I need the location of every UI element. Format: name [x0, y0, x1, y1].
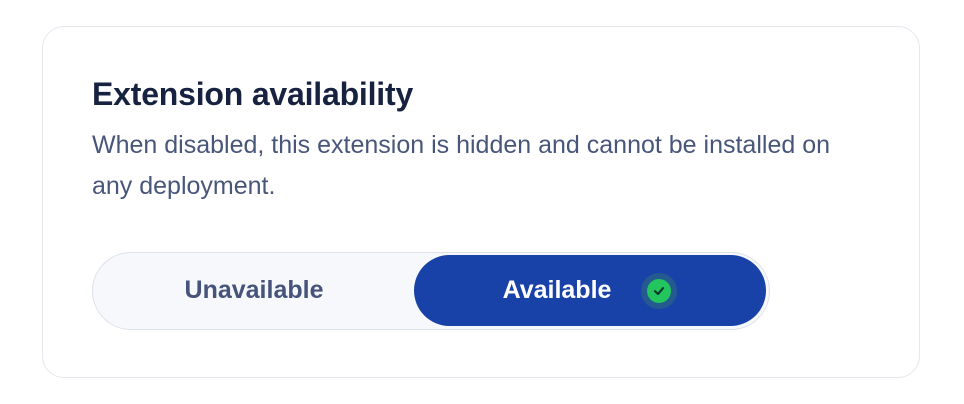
- available-option[interactable]: Available: [414, 255, 766, 326]
- availability-toggle: Unavailable Available: [92, 252, 770, 330]
- unavailable-option[interactable]: Unavailable: [95, 255, 413, 326]
- section-title: Extension availability: [92, 76, 414, 112]
- unavailable-label: Unavailable: [184, 276, 324, 304]
- section-description: When disabled, this extension is hidden …: [92, 131, 831, 200]
- available-label: Available: [502, 276, 612, 304]
- check-circle-icon: [641, 272, 678, 309]
- availability-card: Extension availability When disabled, th…: [42, 26, 920, 378]
